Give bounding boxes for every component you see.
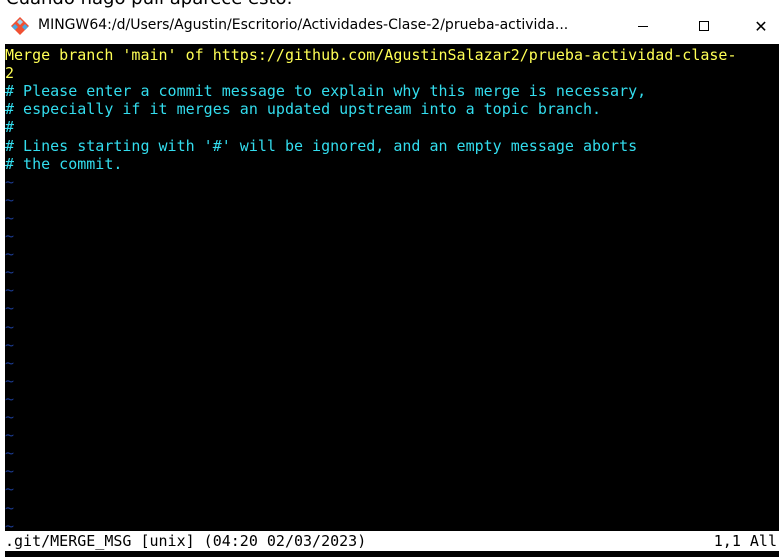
question-caption: Cuando hago pull aparece esto: (0, 0, 784, 10)
empty-line-marker: ~ (5, 371, 15, 390)
empty-line-marker: ~ (5, 444, 15, 463)
editor-line: # (5, 118, 15, 137)
empty-line-marker: ~ (5, 227, 15, 245)
caption-text: Cuando hago pull aparece esto: (6, 0, 293, 9)
editor-line: # Lines starting with '#' will be ignore… (5, 136, 638, 155)
empty-line-marker: ~ (5, 263, 15, 282)
empty-line-marker: ~ (5, 245, 15, 264)
empty-line-marker: ~ (5, 208, 15, 227)
status-cursor-position: 1,1 All (713, 532, 777, 550)
empty-line-marker: ~ (5, 335, 15, 354)
empty-line-marker: ~ (5, 317, 15, 336)
maximize-button[interactable] (681, 10, 727, 42)
empty-line-marker: ~ (5, 353, 15, 372)
empty-line-marker: ~ (5, 172, 15, 191)
empty-line-marker: ~ (5, 281, 15, 300)
window-title: MINGW64:/d/Users/Agustin/Escritorio/Acti… (38, 17, 569, 33)
empty-line-marker: ~ (5, 389, 15, 408)
git-bash-icon (10, 16, 30, 36)
empty-line-marker: ~ (5, 190, 15, 209)
maximize-icon (699, 21, 709, 31)
close-button[interactable]: ✕ (738, 10, 784, 42)
vim-status-line: .git/MERGE_MSG [unix] (04:20 02/03/2023)… (5, 531, 779, 551)
close-icon: ✕ (754, 16, 768, 36)
empty-line-marker: ~ (5, 299, 15, 318)
empty-line-marker: ~ (5, 498, 15, 517)
status-file-info: .git/MERGE_MSG [unix] (04:20 02/03/2023) (5, 532, 367, 550)
empty-line-marker: ~ (5, 426, 15, 445)
editor-line: # Please enter a commit message to expla… (5, 82, 647, 101)
title-bar[interactable]: MINGW64:/d/Users/Agustin/Escritorio/Acti… (0, 10, 784, 44)
terminal-window: MINGW64:/d/Users/Agustin/Escritorio/Acti… (0, 10, 784, 559)
empty-line-marker: ~ (5, 408, 15, 426)
editor-line: Merge branch 'main' of https://github.co… (5, 46, 737, 64)
minimize-icon (638, 25, 648, 27)
vim-editor[interactable]: Merge branch 'main' of https://github.co… (5, 44, 779, 557)
editor-line: 2 (5, 64, 15, 83)
empty-line-marker: ~ (5, 462, 15, 481)
editor-line: # the commit. (5, 154, 123, 173)
empty-line-marker: ~ (5, 480, 15, 499)
editor-line: # especially if it merges an updated ups… (5, 100, 602, 119)
minimize-button[interactable] (620, 10, 666, 42)
command-line[interactable] (5, 551, 779, 557)
